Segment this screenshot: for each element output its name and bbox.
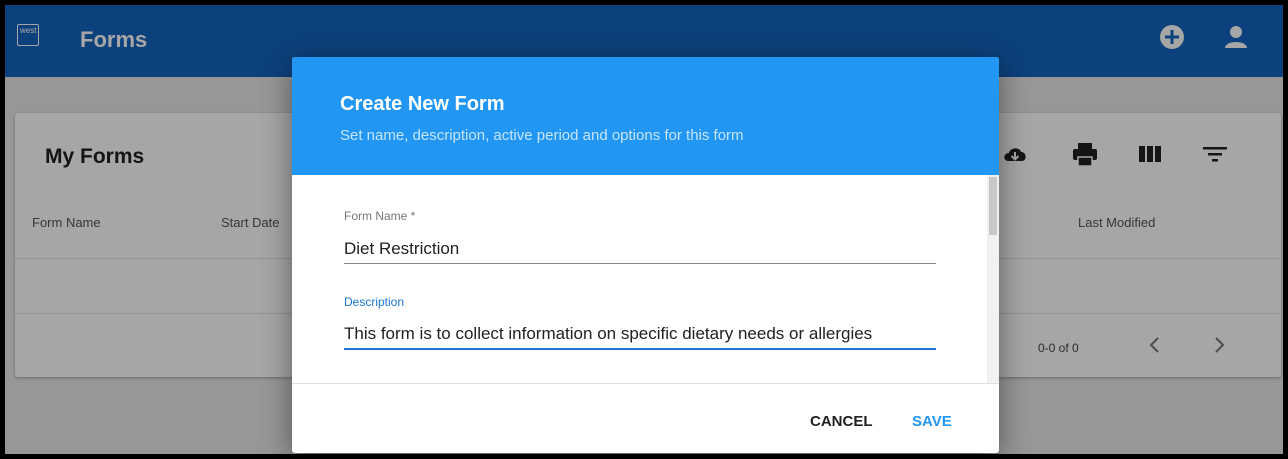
description-label: Description (344, 295, 405, 309)
dialog-subtitle: Set name, description, active period and… (340, 127, 744, 144)
dialog-title: Create New Form (340, 93, 505, 115)
cancel-button[interactable]: CANCEL (810, 413, 873, 430)
create-form-dialog: Create New Form Set name, description, a… (292, 57, 999, 453)
form-name-input[interactable] (344, 235, 936, 264)
dialog-header: Create New Form Set name, description, a… (292, 57, 999, 175)
description-input[interactable] (344, 320, 936, 350)
scrollbar-thumb[interactable] (989, 177, 997, 235)
dialog-body: Form Name * Description (292, 175, 999, 383)
dialog-scrollbar[interactable] (987, 175, 999, 383)
save-button[interactable]: SAVE (912, 413, 952, 430)
form-name-label: Form Name * (344, 209, 416, 223)
dialog-divider (292, 383, 999, 384)
app-window: west Forms My Forms Form Name Start Date… (5, 5, 1283, 454)
